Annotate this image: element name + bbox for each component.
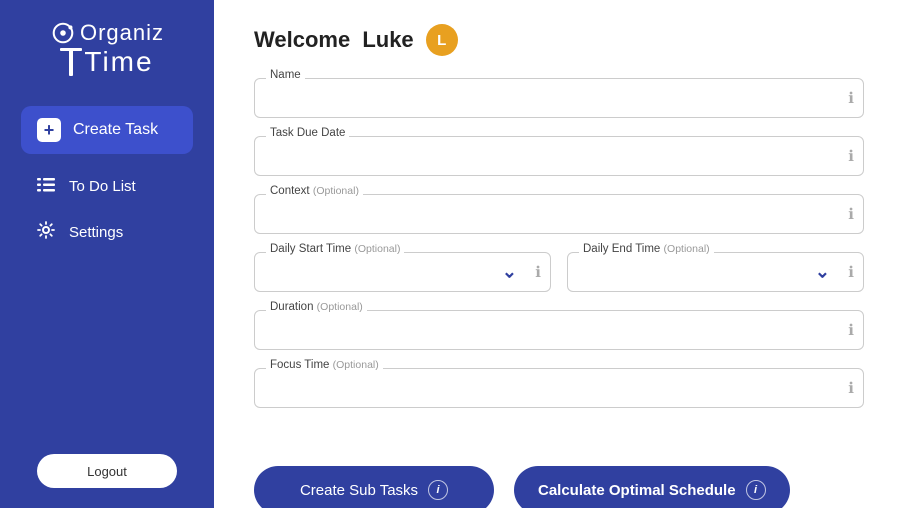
daily-time-row: Daily Start Time (Optional) 6:00 AM 7:00… <box>254 252 864 292</box>
daily-start-select-wrapper: 6:00 AM 7:00 AM 8:00 AM 9:00 AM 10:00 AM… <box>254 252 551 292</box>
context-label: Context (Optional) <box>266 185 363 197</box>
due-date-label: Task Due Date <box>266 127 349 139</box>
daily-start-field-group: Daily Start Time (Optional) 6:00 AM 7:00… <box>254 252 551 292</box>
calculate-schedule-label: Calculate Optimal Schedule <box>538 482 736 499</box>
due-date-info-icon[interactable]: ℹ <box>848 147 854 165</box>
logout-button[interactable]: Logout <box>37 454 177 488</box>
logo-time: Time <box>60 46 153 78</box>
name-field-group: Name ℹ <box>254 78 864 118</box>
logo-organiz: Organiz <box>50 20 164 46</box>
name-info-icon[interactable]: ℹ <box>848 89 854 107</box>
settings-label: Settings <box>69 224 123 241</box>
avatar: L <box>426 24 458 56</box>
calculate-schedule-info-icon: i <box>746 480 766 500</box>
context-input[interactable] <box>254 194 864 234</box>
daily-start-label: Daily Start Time (Optional) <box>266 243 404 255</box>
duration-input[interactable] <box>254 310 864 350</box>
context-field-group: Context (Optional) ℹ <box>254 194 864 234</box>
time-t-icon <box>60 46 82 78</box>
create-sub-tasks-info-icon: i <box>428 480 448 500</box>
calculate-schedule-button[interactable]: Calculate Optimal Schedule i <box>514 466 790 508</box>
daily-end-info-icon[interactable]: ℹ <box>848 263 854 281</box>
bottom-buttons: Create Sub Tasks i Calculate Optimal Sch… <box>254 466 864 508</box>
logout-label: Logout <box>87 464 127 479</box>
due-date-input[interactable] <box>254 136 864 176</box>
main-content: Welcome Luke L Name ℹ Task Due Date ℹ Co… <box>214 0 904 508</box>
gear-icon <box>37 221 55 244</box>
daily-end-select-wrapper: 5:00 PM 6:00 PM 7:00 PM 8:00 PM 9:00 PM … <box>567 252 864 292</box>
create-task-button[interactable]: + Create Task <box>21 106 193 154</box>
settings-nav-item[interactable]: Settings <box>21 211 193 254</box>
name-input[interactable] <box>254 78 864 118</box>
sidebar: Organiz Time + Create Task To Do List <box>0 0 214 508</box>
duration-info-icon[interactable]: ℹ <box>848 321 854 339</box>
todo-list-nav-item[interactable]: To Do List <box>21 166 193 207</box>
daily-end-select[interactable]: 5:00 PM 6:00 PM 7:00 PM 8:00 PM 9:00 PM <box>567 252 864 292</box>
logo-area: Organiz Time <box>50 20 164 78</box>
welcome-text: Welcome Luke <box>254 27 414 53</box>
name-label: Name <box>266 69 305 81</box>
daily-start-info-icon[interactable]: ℹ <box>535 263 541 281</box>
form-area: Name ℹ Task Due Date ℹ Context (Optional… <box>254 78 864 426</box>
focus-time-info-icon[interactable]: ℹ <box>848 379 854 397</box>
time-text: Time <box>84 46 153 78</box>
daily-end-field-group: Daily End Time (Optional) 5:00 PM 6:00 P… <box>567 252 864 292</box>
due-date-field-group: Task Due Date ℹ <box>254 136 864 176</box>
todo-list-label: To Do List <box>69 178 136 195</box>
welcome-row: Welcome Luke L <box>254 24 864 56</box>
organiz-text: Organiz <box>80 20 164 46</box>
daily-end-label: Daily End Time (Optional) <box>579 243 714 255</box>
context-info-icon[interactable]: ℹ <box>848 205 854 223</box>
create-task-label: Create Task <box>73 121 158 139</box>
create-sub-tasks-label: Create Sub Tasks <box>300 482 418 499</box>
focus-time-input[interactable] <box>254 368 864 408</box>
focus-time-field-group: Focus Time (Optional) ℹ <box>254 368 864 408</box>
organiz-logo-icon <box>50 20 76 46</box>
duration-field-group: Duration (Optional) ℹ <box>254 310 864 350</box>
plus-icon: + <box>37 118 61 142</box>
duration-label: Duration (Optional) <box>266 301 367 313</box>
create-sub-tasks-button[interactable]: Create Sub Tasks i <box>254 466 494 508</box>
focus-time-label: Focus Time (Optional) <box>266 359 383 371</box>
daily-start-select[interactable]: 6:00 AM 7:00 AM 8:00 AM 9:00 AM 10:00 AM <box>254 252 551 292</box>
list-icon <box>37 176 55 197</box>
